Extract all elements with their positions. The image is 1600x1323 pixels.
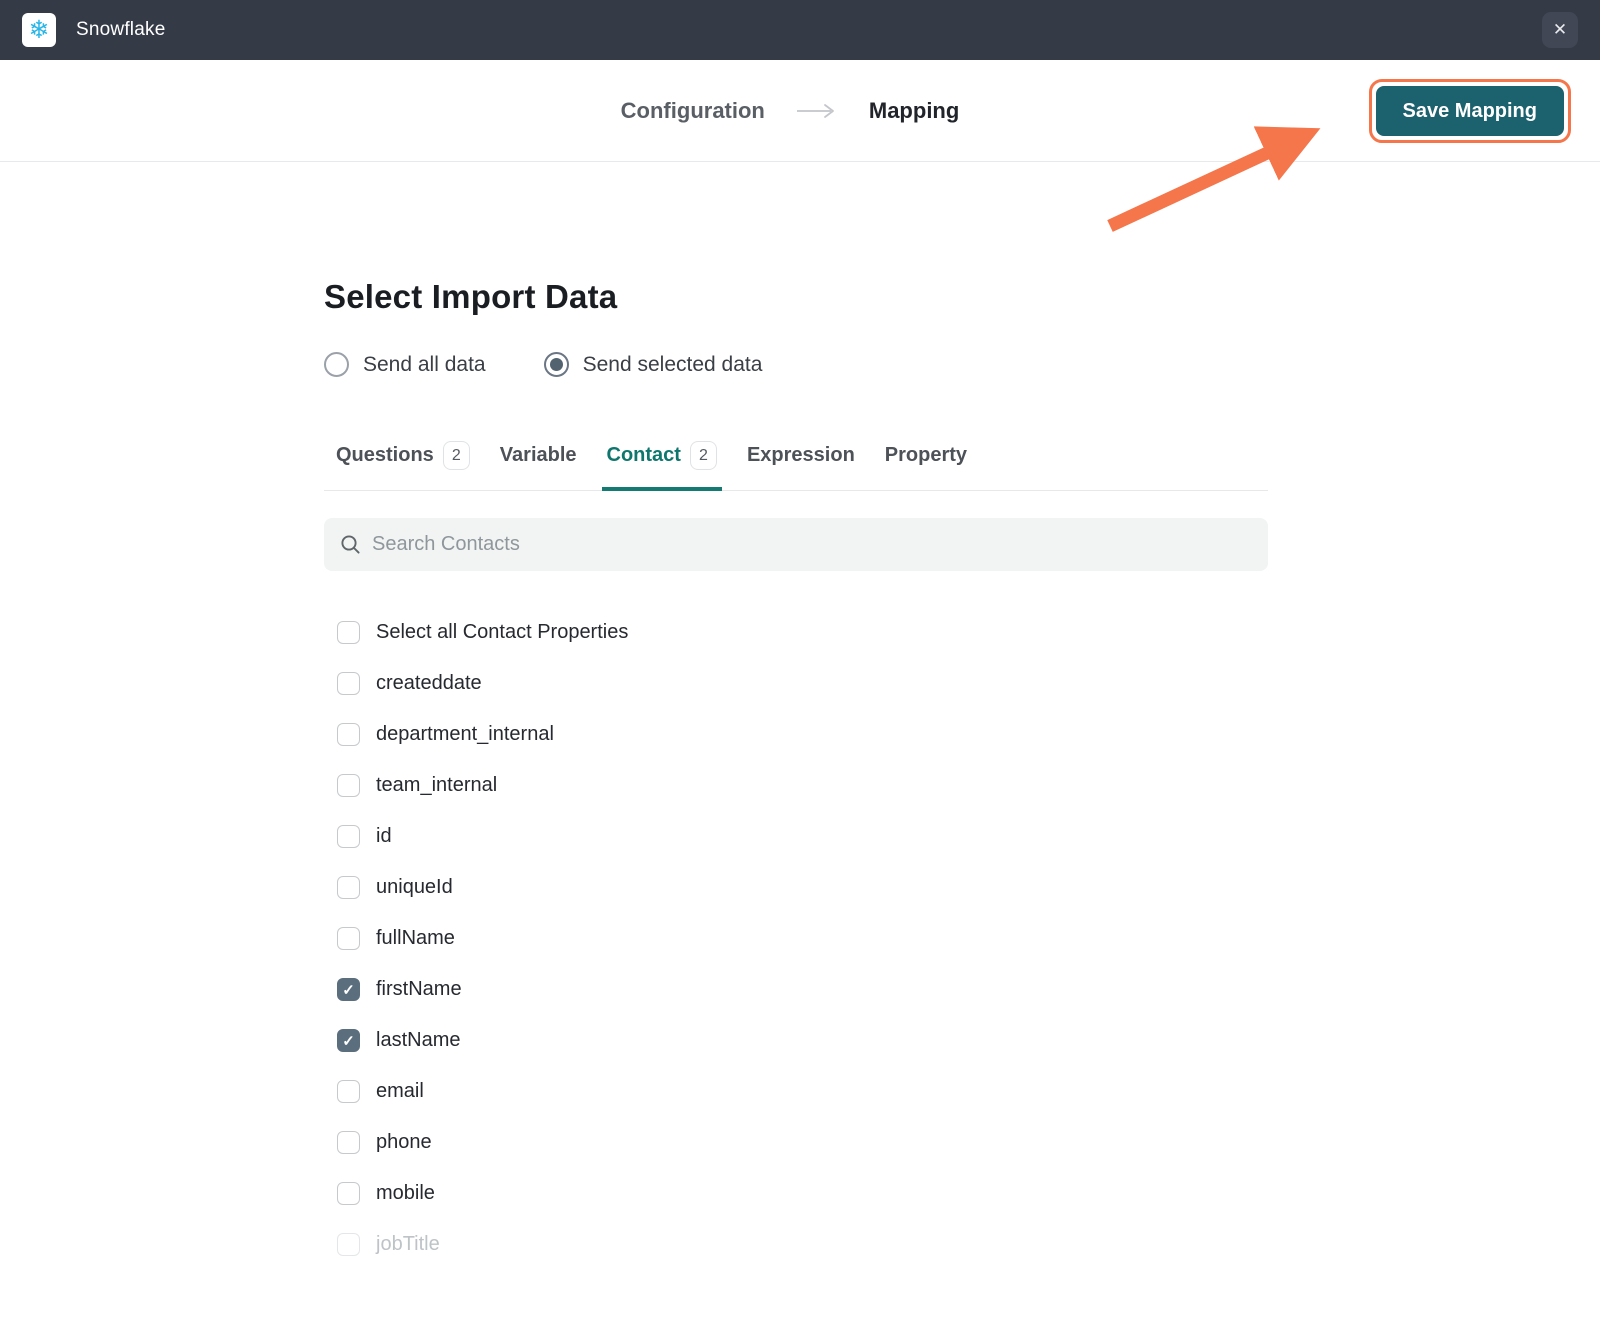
checkbox[interactable]: [337, 978, 360, 1001]
search-icon: [340, 534, 361, 555]
checkbox[interactable]: [337, 927, 360, 950]
checkbox[interactable]: [337, 621, 360, 644]
tab-questions[interactable]: Questions 2: [336, 441, 470, 490]
property-label: fullName: [376, 927, 455, 950]
snowflake-logo: ❄: [22, 13, 56, 47]
property-label: phone: [376, 1131, 432, 1154]
tab-label: Contact: [607, 444, 681, 467]
breadcrumb: Configuration Mapping: [621, 98, 960, 124]
tab-contact[interactable]: Contact 2: [607, 441, 717, 490]
property-label: lastName: [376, 1029, 460, 1052]
checkbox[interactable]: [337, 672, 360, 695]
property-row-phone[interactable]: phone: [337, 1117, 1268, 1168]
save-mapping-highlight-ring: Save Mapping: [1369, 79, 1571, 143]
topbar: ❄ Snowflake ✕: [0, 0, 1600, 60]
snowflake-icon: ❄: [29, 18, 50, 43]
checkbox[interactable]: [337, 723, 360, 746]
property-row-firstname[interactable]: firstName: [337, 964, 1268, 1015]
checkbox[interactable]: [337, 1080, 360, 1103]
property-row-jobtitle[interactable]: jobTitle: [337, 1219, 1268, 1270]
property-row-select-all[interactable]: Select all Contact Properties: [337, 607, 1268, 658]
property-row-email[interactable]: email: [337, 1066, 1268, 1117]
property-label: department_internal: [376, 723, 554, 746]
radio-circle[interactable]: [544, 352, 569, 377]
property-label: mobile: [376, 1182, 435, 1205]
radio-circle[interactable]: [324, 352, 349, 377]
radio-send-all-data[interactable]: Send all data: [324, 352, 486, 377]
checkbox[interactable]: [337, 1131, 360, 1154]
radio-label: Send selected data: [583, 353, 763, 377]
save-mapping-button[interactable]: Save Mapping: [1376, 86, 1564, 136]
property-label: Select all Contact Properties: [376, 621, 628, 644]
checkbox[interactable]: [337, 1029, 360, 1052]
radio-label: Send all data: [363, 353, 486, 377]
page-title: Select Import Data: [324, 278, 1268, 316]
step-arrow-icon: [795, 102, 839, 120]
checkbox[interactable]: [337, 825, 360, 848]
close-icon: ✕: [1553, 20, 1567, 40]
tab-label: Questions: [336, 444, 434, 467]
property-label: uniqueId: [376, 876, 453, 899]
property-label: jobTitle: [376, 1233, 440, 1256]
checkbox[interactable]: [337, 1182, 360, 1205]
property-row-uniqueid[interactable]: uniqueId: [337, 862, 1268, 913]
wizard-header: Configuration Mapping Save Mapping: [0, 60, 1600, 162]
property-row-mobile[interactable]: mobile: [337, 1168, 1268, 1219]
property-row-department-internal[interactable]: department_internal: [337, 709, 1268, 760]
tab-variable[interactable]: Variable: [500, 441, 577, 490]
send-data-radio-group: Send all data Send selected data: [324, 352, 1268, 377]
property-row-team-internal[interactable]: team_internal: [337, 760, 1268, 811]
tab-count-badge: 2: [690, 441, 717, 470]
tab-label: Property: [885, 444, 967, 467]
app-name: Snowflake: [76, 19, 165, 41]
step-mapping[interactable]: Mapping: [869, 98, 959, 124]
radio-send-selected-data[interactable]: Send selected data: [544, 352, 763, 377]
property-label: email: [376, 1080, 424, 1103]
property-label: firstName: [376, 978, 462, 1001]
search-contacts-input[interactable]: [372, 533, 1252, 556]
tab-count-badge: 2: [443, 441, 470, 470]
property-row-createddate[interactable]: createddate: [337, 658, 1268, 709]
checkbox[interactable]: [337, 876, 360, 899]
main-content: Select Import Data Send all data Send se…: [324, 162, 1268, 1270]
property-label: createddate: [376, 672, 482, 695]
property-row-id[interactable]: id: [337, 811, 1268, 862]
property-row-fullname[interactable]: fullName: [337, 913, 1268, 964]
checkbox[interactable]: [337, 774, 360, 797]
close-button[interactable]: ✕: [1542, 12, 1578, 48]
search-bar: [324, 518, 1268, 571]
checkbox[interactable]: [337, 1233, 360, 1256]
property-label: team_internal: [376, 774, 497, 797]
tab-property[interactable]: Property: [885, 441, 967, 490]
tab-label: Expression: [747, 444, 855, 467]
tab-label: Variable: [500, 444, 577, 467]
property-label: id: [376, 825, 392, 848]
tab-expression[interactable]: Expression: [747, 441, 855, 490]
source-tabs: Questions 2 Variable Contact 2 Expressio…: [324, 441, 1268, 491]
property-row-lastname[interactable]: lastName: [337, 1015, 1268, 1066]
contact-properties-list: Select all Contact Properties createddat…: [324, 607, 1268, 1270]
step-configuration[interactable]: Configuration: [621, 98, 765, 124]
